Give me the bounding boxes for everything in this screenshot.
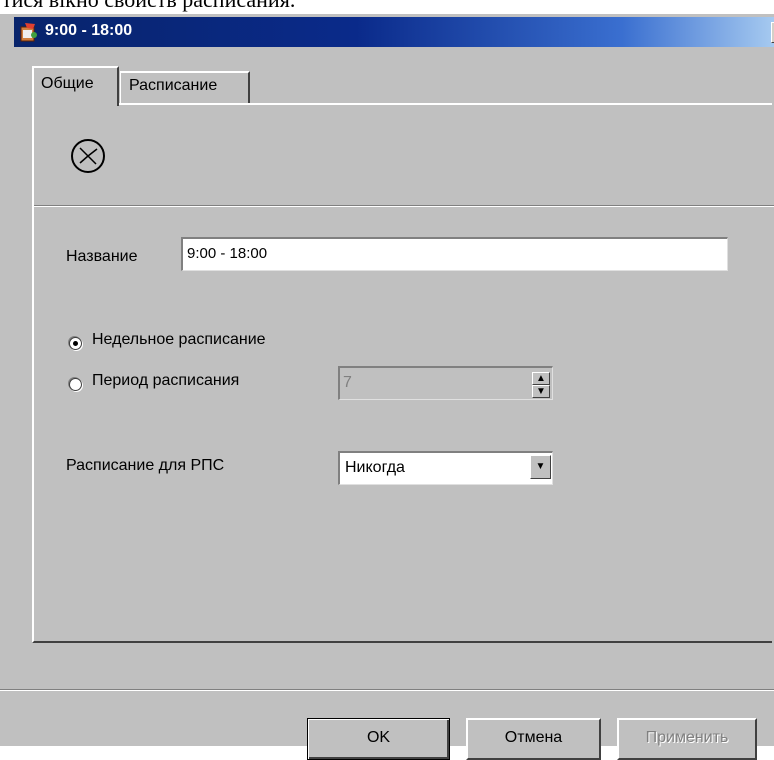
ok-button[interactable]: OK bbox=[307, 718, 450, 760]
rps-selected-value: Никогда bbox=[345, 459, 405, 476]
apply-button[interactable]: Применить bbox=[617, 718, 757, 760]
period-value: 7 bbox=[343, 374, 352, 391]
title-bar[interactable]: 9:00 - 18:00 X bbox=[14, 17, 774, 47]
schedule-app-icon bbox=[20, 23, 37, 42]
tab-schedule[interactable]: Расписание bbox=[120, 71, 250, 103]
radio-weekly[interactable] bbox=[69, 337, 82, 350]
document-caption: тися вікно свойств расписания. bbox=[0, 0, 774, 14]
header-separator bbox=[34, 205, 774, 207]
chevron-down-icon[interactable]: ▼ bbox=[530, 455, 551, 479]
name-label: Название bbox=[66, 248, 138, 265]
spin-up-icon[interactable]: ▲ bbox=[532, 372, 550, 385]
spin-down-icon[interactable]: ▼ bbox=[532, 385, 550, 398]
window-title: 9:00 - 18:00 bbox=[45, 22, 133, 39]
name-input[interactable]: 9:00 - 18:00 bbox=[181, 237, 728, 271]
caption-text: тися вікно свойств расписания. bbox=[2, 0, 295, 13]
footer-separator bbox=[0, 689, 774, 691]
rps-label: Расписание для РПС bbox=[66, 457, 225, 474]
radio-period-label[interactable]: Период расписания bbox=[92, 372, 239, 390]
radio-weekly-label[interactable]: Недельное расписание bbox=[92, 331, 266, 349]
rps-dropdown[interactable]: Никогда ▼ bbox=[338, 451, 553, 485]
radio-weekly-dot bbox=[73, 341, 78, 346]
tab-general-label: Общие bbox=[41, 75, 94, 92]
tab-general[interactable]: Общие bbox=[32, 66, 119, 106]
name-input-value: 9:00 - 18:00 bbox=[187, 245, 268, 262]
radio-period[interactable] bbox=[69, 378, 82, 391]
cancel-button[interactable]: Отмена bbox=[466, 718, 601, 760]
clock-icon bbox=[71, 139, 105, 173]
properties-dialog: 9:00 - 18:00 X Общие Расписание Название… bbox=[0, 14, 774, 760]
spinner-buttons[interactable]: ▲ ▼ bbox=[532, 372, 550, 398]
period-spinner[interactable]: 7 ▲ ▼ bbox=[338, 366, 553, 400]
tab-schedule-label: Расписание bbox=[129, 77, 218, 94]
